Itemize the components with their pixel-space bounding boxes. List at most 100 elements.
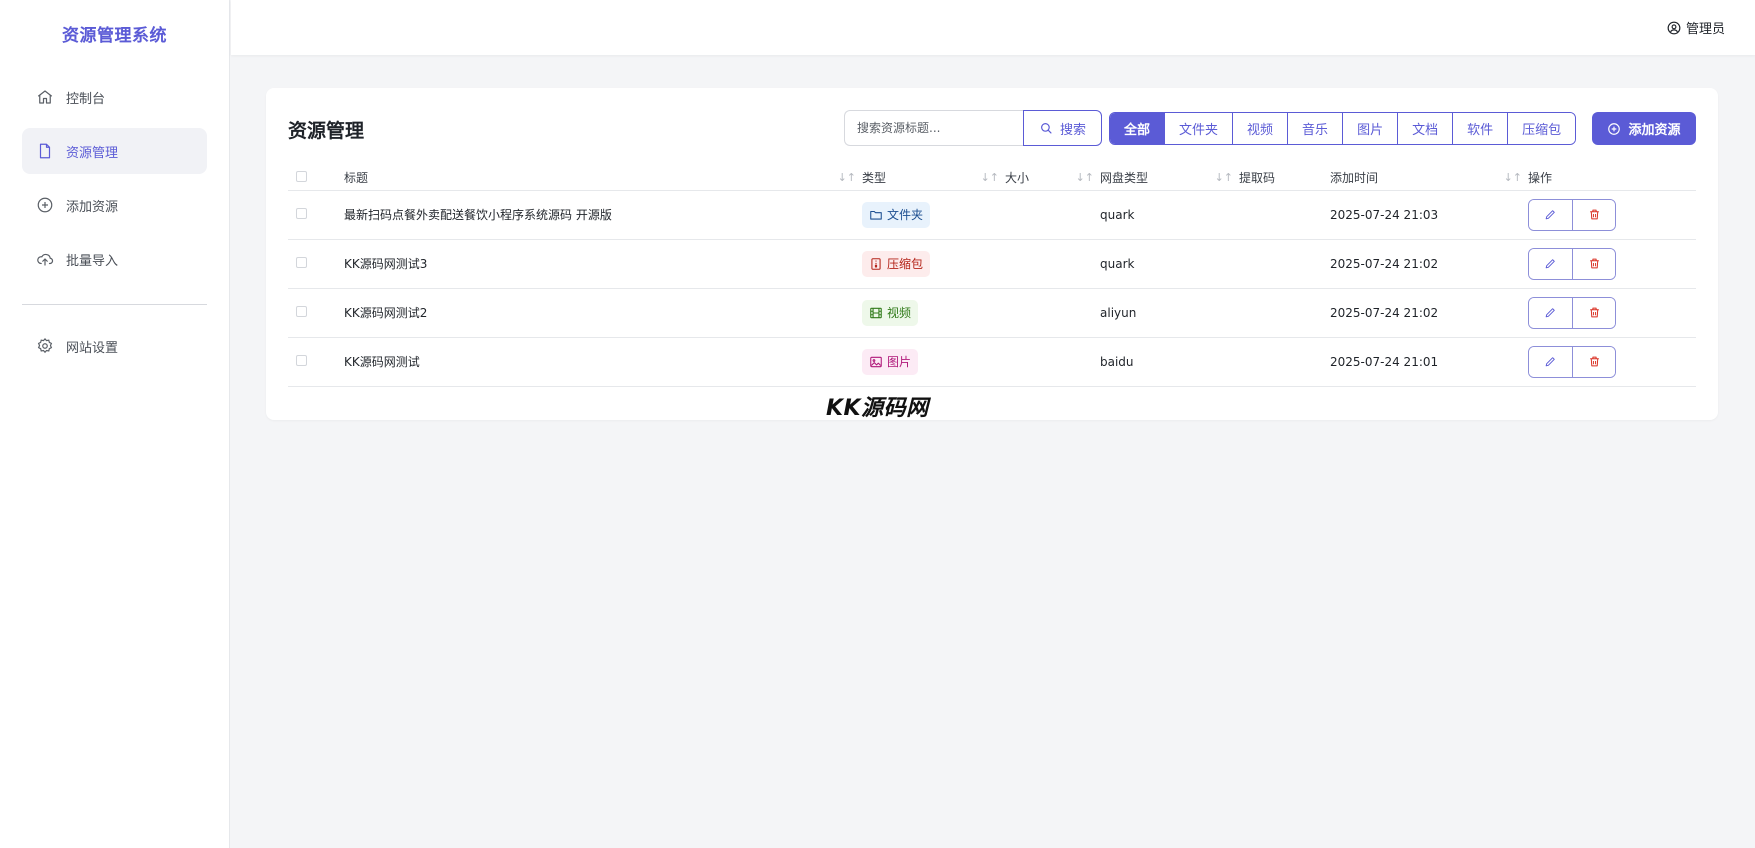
- type-badge: 压缩包: [862, 250, 931, 277]
- delete-button[interactable]: [1572, 248, 1615, 279]
- column-disk-type[interactable]: 网盘类型 ↓↑: [1100, 166, 1239, 191]
- sidebar-item-batch-import[interactable]: 批量导入: [22, 236, 207, 282]
- row-disk-type: aliyun: [1100, 288, 1239, 338]
- add-resource-button[interactable]: 添加资源: [1592, 112, 1696, 145]
- edit-button[interactable]: [1529, 248, 1572, 279]
- sidebar-item-label: 网站设置: [66, 340, 119, 356]
- delete-button[interactable]: [1572, 199, 1615, 230]
- table-row: KK源码网测试2 视频 aliyun 2025-07-24 21:02: [288, 288, 1696, 338]
- select-all-checkbox[interactable]: [296, 170, 307, 182]
- filter-document[interactable]: 文档: [1397, 113, 1453, 144]
- row-actions: [1528, 247, 1616, 280]
- filter-image[interactable]: 图片: [1342, 113, 1398, 144]
- row-disk-type: baidu: [1100, 337, 1239, 387]
- sidebar-item-label: 资源管理: [66, 145, 119, 161]
- sidebar-item-resources[interactable]: 资源管理: [22, 128, 207, 174]
- page-title: 资源管理: [288, 120, 365, 142]
- gear-icon: [36, 337, 54, 355]
- pencil-icon: [1545, 308, 1555, 318]
- column-size[interactable]: 大小 ↓↑: [1005, 166, 1100, 191]
- table-header-row: 标题 ↓↑ 类型 ↓↑ 大小 ↓↑ 网盘类型 ↓↑ 提取码 添加时间 ↓↑ 操作: [288, 166, 1696, 191]
- row-title: KK源码网测试: [344, 337, 862, 387]
- filter-all[interactable]: 全部: [1110, 113, 1165, 144]
- row-actions: [1528, 345, 1616, 378]
- column-actions: 操作: [1528, 166, 1696, 191]
- user-name: 管理员: [1685, 22, 1725, 37]
- file-icon: [36, 142, 54, 160]
- sidebar-nav: 控制台 资源管理 添加资源 批量导入: [0, 66, 229, 282]
- row-added-time: 2025-07-24 21:02: [1330, 288, 1528, 338]
- row-checkbox[interactable]: [296, 256, 307, 268]
- table-row: KK源码网测试 图片 baidu 2025-07-24 21:01: [288, 337, 1696, 387]
- archive-icon: [871, 257, 881, 270]
- row-actions: [1528, 296, 1616, 329]
- row-title: 最新扫码点餐外卖配送餐饮小程序系统源码 开源版: [344, 190, 862, 240]
- search-icon: [1041, 123, 1052, 134]
- column-extract-code: 提取码: [1239, 166, 1330, 191]
- table-row: KK源码网测试3 压缩包 quark 2025-07-24 21:02: [288, 239, 1696, 289]
- sidebar-item-dashboard[interactable]: 控制台: [22, 74, 207, 120]
- home-icon: [36, 88, 54, 106]
- edit-button[interactable]: [1529, 199, 1572, 230]
- cloud-upload-icon: [36, 250, 54, 268]
- row-checkbox[interactable]: [296, 305, 307, 317]
- resource-card: 资源管理 搜索 全部 文件夹 视频 音乐 图片 文档 软件 压缩包 添加资源 标…: [266, 88, 1718, 420]
- plus-circle-icon: [1608, 122, 1621, 135]
- plus-circle-icon: [36, 196, 54, 214]
- row-actions: [1528, 198, 1616, 231]
- user-circle-icon: [1667, 21, 1681, 34]
- filter-software[interactable]: 软件: [1452, 113, 1508, 144]
- delete-button[interactable]: [1572, 346, 1615, 377]
- search-input[interactable]: [844, 110, 1023, 146]
- film-icon: [870, 307, 882, 318]
- row-disk-type: quark: [1100, 190, 1239, 240]
- sort-icon[interactable]: ↓↑: [1076, 171, 1094, 184]
- column-added-time[interactable]: 添加时间 ↓↑: [1330, 166, 1528, 191]
- sort-icon[interactable]: ↓↑: [1215, 171, 1233, 184]
- row-size: [1005, 288, 1100, 338]
- search-button-label: 搜索: [1059, 122, 1086, 138]
- user-menu[interactable]: 管理员: [1667, 18, 1725, 37]
- edit-button[interactable]: [1529, 297, 1572, 328]
- pencil-icon: [1545, 210, 1555, 220]
- sidebar-item-add-resource[interactable]: 添加资源: [22, 182, 207, 228]
- watermark: KK源码网: [826, 396, 929, 421]
- pencil-icon: [1545, 259, 1555, 269]
- filter-video[interactable]: 视频: [1232, 113, 1288, 144]
- column-type[interactable]: 类型 ↓↑: [862, 166, 1005, 191]
- edit-button[interactable]: [1529, 346, 1572, 377]
- trash-icon: [1589, 258, 1599, 269]
- trash-icon: [1589, 356, 1599, 367]
- sidebar-item-label: 批量导入: [66, 253, 119, 269]
- row-added-time: 2025-07-24 21:03: [1330, 190, 1528, 240]
- type-badge: 视频: [862, 299, 919, 326]
- column-title[interactable]: 标题 ↓↑: [344, 166, 862, 191]
- type-badge: 图片: [862, 348, 919, 375]
- pencil-icon: [1545, 357, 1555, 367]
- sidebar-nav-secondary: 网站设置: [0, 323, 229, 369]
- row-checkbox[interactable]: [296, 207, 307, 219]
- row-size: [1005, 190, 1100, 240]
- trash-icon: [1589, 209, 1599, 220]
- trash-icon: [1589, 307, 1599, 318]
- search-button[interactable]: 搜索: [1023, 110, 1102, 146]
- sidebar-item-settings[interactable]: 网站设置: [22, 323, 207, 369]
- row-checkbox[interactable]: [296, 354, 307, 366]
- sort-icon[interactable]: ↓↑: [838, 171, 856, 184]
- row-size: [1005, 337, 1100, 387]
- search-bar: 搜索: [844, 110, 1102, 146]
- resource-table: 标题 ↓↑ 类型 ↓↑ 大小 ↓↑ 网盘类型 ↓↑ 提取码 添加时间 ↓↑ 操作 最新扫码…: [288, 166, 1696, 387]
- filter-music[interactable]: 音乐: [1287, 113, 1343, 144]
- table-row: 最新扫码点餐外卖配送餐饮小程序系统源码 开源版 文件夹 quark 2025-0…: [288, 190, 1696, 240]
- row-extract-code: [1239, 288, 1330, 338]
- filter-folder[interactable]: 文件夹: [1164, 113, 1233, 144]
- top-bar: 管理员: [231, 0, 1755, 55]
- filter-archive[interactable]: 压缩包: [1507, 113, 1576, 144]
- sort-icon[interactable]: ↓↑: [981, 171, 999, 184]
- sort-icon[interactable]: ↓↑: [1504, 171, 1522, 184]
- row-extract-code: [1239, 239, 1330, 289]
- type-badge: 文件夹: [862, 201, 931, 228]
- sidebar-divider: [22, 304, 207, 305]
- delete-button[interactable]: [1572, 297, 1615, 328]
- row-added-time: 2025-07-24 21:02: [1330, 239, 1528, 289]
